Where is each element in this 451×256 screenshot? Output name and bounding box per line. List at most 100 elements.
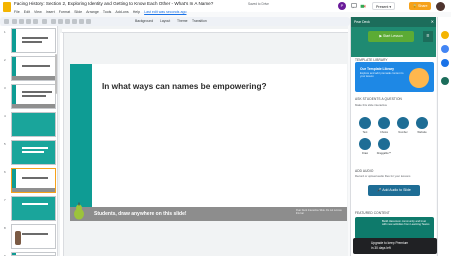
slide-thumbnail-4[interactable] — [11, 112, 56, 137]
slide-footer-note: Pear Deck Interactive Slide. Do not remo… — [296, 209, 342, 215]
number-question-label: Number — [398, 131, 408, 134]
theme-button[interactable]: Theme — [177, 19, 188, 23]
select-icon[interactable] — [51, 19, 56, 24]
slide-number: 7 — [4, 198, 6, 202]
draw-question-icon[interactable] — [359, 138, 371, 150]
slide-number: 6 — [4, 170, 6, 174]
new-slide-icon[interactable] — [4, 19, 9, 24]
add-audio-label: Add Audio to Slide — [382, 188, 411, 192]
paint-format-icon[interactable] — [33, 19, 38, 24]
filmstrip-scrollbar[interactable] — [55, 54, 57, 94]
present-label: Present — [376, 5, 389, 9]
menu-help[interactable]: Help — [133, 10, 140, 17]
menu-arrange[interactable]: Arrange — [86, 10, 99, 17]
featured-content-card[interactable]: Build classroom community and trust with… — [355, 217, 434, 239]
share-button[interactable]: 🔒 Share — [409, 2, 431, 10]
pear-deck-addon-icon[interactable] — [441, 77, 449, 85]
side-panel-rail — [437, 17, 451, 256]
menu-tools[interactable]: Tools — [103, 10, 111, 17]
draggable-question-label: Draggable™ — [376, 152, 392, 155]
image-icon[interactable] — [65, 19, 70, 24]
featured-content-text: Build classroom community and trust with… — [382, 220, 430, 227]
menu-icon[interactable]: ≡ — [423, 31, 433, 42]
draggable-question-icon[interactable] — [378, 138, 390, 150]
library-illustration-icon — [409, 68, 429, 88]
ask-question-title: ASK STUDENTS A QUESTION — [355, 97, 402, 101]
menu-insert[interactable]: Insert — [46, 10, 55, 17]
keep-icon[interactable] — [441, 31, 449, 39]
textbox-icon[interactable] — [58, 19, 63, 24]
slide-number: 2 — [4, 58, 6, 62]
slide-thumbnail-8[interactable] — [11, 224, 56, 249]
slide-thumbnail-7[interactable] — [11, 196, 56, 221]
text-question-icon[interactable] — [359, 117, 371, 129]
slide-thumbnail-5[interactable] — [11, 140, 56, 165]
website-question-icon[interactable] — [416, 117, 428, 129]
comment-add-icon[interactable] — [86, 19, 91, 24]
calendar-icon[interactable] — [441, 59, 449, 67]
slide-filmstrip[interactable]: 1 2 3 4 5 6 7 8 9 — [0, 26, 58, 256]
panel-header: Pear Deck ✕ — [351, 17, 436, 27]
slide-thumbnail-6-selected[interactable] — [11, 168, 56, 193]
transition-button[interactable]: Transition — [192, 19, 207, 23]
upgrade-banner[interactable]: Upgrade to keep Premium in 30 days left — [353, 238, 437, 254]
choice-question-icon[interactable] — [378, 117, 390, 129]
text-question-label: Text — [362, 131, 368, 134]
layout-button[interactable]: Layout — [160, 19, 170, 23]
current-slide[interactable]: In what ways can names be empowering? St… — [70, 64, 347, 221]
document-title[interactable]: Facing History: Section 2, Exploring Ide… — [14, 1, 213, 6]
zoom-icon[interactable] — [42, 19, 47, 24]
slide-thumbnail-2[interactable] — [11, 56, 56, 81]
user-avatar[interactable] — [436, 2, 445, 11]
featured-content-title: FEATURED CONTENT — [355, 211, 390, 215]
slide-thumbnail-9[interactable] — [11, 252, 56, 256]
slides-logo-icon[interactable] — [3, 2, 11, 12]
menu-format[interactable]: Format — [59, 10, 70, 17]
menu-view[interactable]: View — [34, 10, 42, 17]
undo-icon[interactable] — [12, 19, 17, 24]
addon-badge[interactable]: P — [338, 2, 346, 10]
choice-question-label: Choice — [379, 131, 389, 134]
video-call-icon[interactable] — [360, 3, 366, 9]
share-label: Share — [417, 4, 428, 8]
horizontal-ruler — [62, 29, 348, 33]
add-audio-button[interactable]: 🎤 Add Audio to Slide — [368, 185, 420, 196]
library-card-title: Our Template Library — [360, 67, 395, 71]
menu-addons[interactable]: Add-ons — [115, 10, 128, 17]
save-status: Saved to Drive — [248, 1, 269, 6]
draw-question-label: Draw — [361, 152, 369, 155]
slide-number: 3 — [4, 86, 6, 90]
add-audio-title: ADD AUDIO — [355, 169, 374, 173]
last-edit-link[interactable]: Last edit was seconds ago — [144, 10, 186, 17]
template-library-card[interactable]: Our Template Library Explore and add pre… — [355, 62, 434, 92]
print-icon[interactable] — [26, 19, 31, 24]
line-icon[interactable] — [79, 19, 84, 24]
vertical-ruler — [60, 33, 64, 256]
app-window: Facing History: Section 2, Exploring Ide… — [0, 0, 451, 256]
start-lesson-button[interactable]: ▶ Start Lesson — [368, 31, 414, 42]
comment-icon[interactable] — [351, 3, 357, 9]
upgrade-line-1: Upgrade to keep Premium — [371, 241, 409, 245]
slide-thumbnail-3[interactable] — [11, 84, 56, 109]
slide-thumbnail-1[interactable] — [11, 28, 56, 53]
slide-heading[interactable]: In what ways can names be empowering? — [102, 81, 267, 91]
menu-edit[interactable]: Edit — [24, 10, 30, 17]
background-button[interactable]: Background — [135, 19, 153, 23]
panel-title: Pear Deck — [354, 20, 370, 24]
slide-number: 5 — [4, 142, 6, 146]
redo-icon[interactable] — [19, 19, 24, 24]
pear-icon — [74, 202, 84, 220]
menu-bar: File Edit View Insert Format Slide Arran… — [14, 10, 186, 17]
menu-file[interactable]: File — [14, 10, 20, 17]
tasks-icon[interactable] — [441, 45, 449, 53]
start-lesson-label: Start Lesson — [383, 34, 403, 38]
number-question-icon[interactable] — [397, 117, 409, 129]
pear-deck-panel: Pear Deck ✕ ▶ Start Lesson ≡ TEMPLATE LI… — [350, 17, 436, 256]
close-icon[interactable]: ✕ — [431, 19, 434, 24]
slide-number: 8 — [4, 226, 6, 230]
shape-icon[interactable] — [72, 19, 77, 24]
menu-slide[interactable]: Slide — [74, 10, 82, 17]
website-question-label: Website — [417, 131, 427, 134]
upgrade-line-2: in 30 days left — [371, 246, 391, 250]
present-button[interactable]: Present ▾ — [372, 2, 396, 10]
